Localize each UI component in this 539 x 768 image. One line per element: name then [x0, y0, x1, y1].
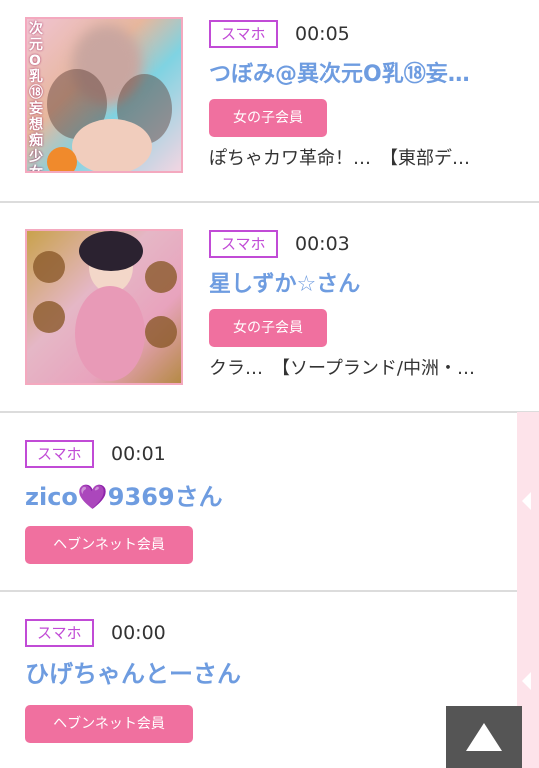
- member-badge: 女の子会員: [209, 99, 327, 137]
- member-badge: 女の子会員: [209, 309, 327, 347]
- user-name-link[interactable]: ひげちゃんとーさん: [25, 659, 241, 689]
- device-badge: スマホ: [25, 440, 94, 468]
- shop-description[interactable]: ぽちゃカワ革命！… 【東部デ…: [209, 146, 470, 172]
- divider: [0, 201, 539, 203]
- device-badge: スマホ: [25, 619, 94, 647]
- member-badge: ヘブンネット会員: [25, 705, 193, 743]
- divider: [0, 411, 539, 413]
- user-name-link[interactable]: つぼみ@異次元O乳⑱妄…: [209, 60, 470, 90]
- member-badge: ヘブンネット会員: [25, 526, 193, 564]
- chevron-left-icon: [522, 672, 531, 690]
- thumbnail-caption: 次元O乳⑱妄想痴少女: [29, 21, 43, 173]
- user-name-link[interactable]: zico💜9369さん: [25, 482, 223, 512]
- chevron-left-icon: [522, 492, 531, 510]
- shop-description[interactable]: クラ… 【ソープランド/中洲・…: [209, 356, 475, 382]
- back-to-top-button[interactable]: [446, 706, 522, 768]
- post-time: 00:03: [295, 233, 350, 255]
- post-time: 00:01: [111, 443, 166, 465]
- post-time: 00:05: [295, 23, 350, 45]
- device-badge: スマホ: [209, 230, 278, 258]
- post-time: 00:00: [111, 622, 166, 644]
- user-name-link[interactable]: 星しずか☆さん: [209, 270, 360, 300]
- up-triangle-icon: [466, 723, 502, 751]
- profile-thumbnail[interactable]: 次元O乳⑱妄想痴少女: [25, 17, 183, 173]
- profile-thumbnail[interactable]: [25, 229, 183, 385]
- divider: [0, 590, 517, 592]
- device-badge: スマホ: [209, 20, 278, 48]
